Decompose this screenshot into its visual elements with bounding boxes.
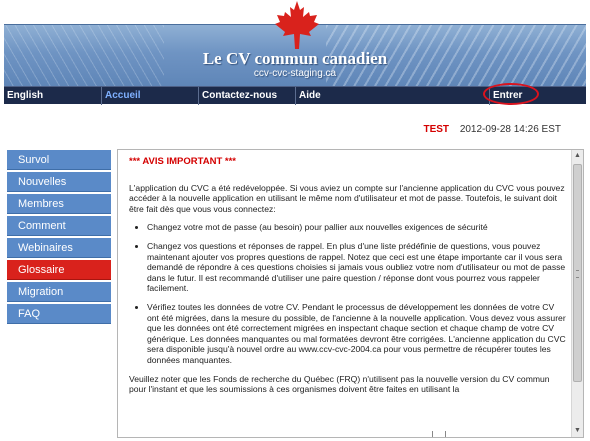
list-item: Vérifiez toutes les données de votre CV.… bbox=[147, 302, 566, 366]
nav-contactez-nous[interactable]: Contactez-nous bbox=[198, 87, 277, 105]
env-badge: TEST bbox=[423, 124, 450, 135]
sidebar-item-nouvelles[interactable]: Nouvelles bbox=[7, 172, 111, 192]
content-panel: *** AVIS IMPORTANT *** L'application du … bbox=[117, 149, 584, 438]
nav-aide[interactable]: Aide bbox=[295, 87, 321, 105]
sidebar: Survol Nouvelles Membres Comment Webinai… bbox=[7, 150, 111, 326]
status-line: TEST 2012-09-28 14:26 EST bbox=[423, 124, 561, 135]
site-title: Le CV commun canadien bbox=[202, 49, 388, 68]
scrollbar-thumb[interactable] bbox=[573, 164, 582, 382]
timestamp: 2012-09-28 14:26 EST bbox=[459, 124, 561, 135]
sidebar-item-migration[interactable]: Migration bbox=[7, 282, 111, 302]
list-item: Changez vos questions et réponses de rap… bbox=[147, 241, 566, 294]
header-banner: Le CV commun canadien ccv-cvc-staging.ca bbox=[4, 0, 586, 87]
sidebar-item-glossaire[interactable]: Glossaire bbox=[7, 260, 111, 280]
list-item: Changez votre mot de passe (au besoin) p… bbox=[147, 222, 566, 233]
content-text: *** AVIS IMPORTANT *** L'application du … bbox=[129, 156, 566, 403]
sidebar-item-webinaires[interactable]: Webinaires bbox=[7, 238, 111, 258]
sidebar-item-membres[interactable]: Membres bbox=[7, 194, 111, 214]
maple-leaf-icon bbox=[275, 1, 319, 49]
vertical-scrollbar[interactable]: ▲ ▼ bbox=[571, 150, 583, 437]
entrer-highlight-ring bbox=[483, 83, 539, 105]
notice-list: Changez votre mot de passe (au besoin) p… bbox=[147, 222, 566, 365]
sidebar-item-comment[interactable]: Comment bbox=[7, 216, 111, 236]
page: Le CV commun canadien ccv-cvc-staging.ca… bbox=[0, 0, 590, 441]
site-subtitle: ccv-cvc-staging.ca bbox=[253, 68, 337, 79]
scroll-down-icon[interactable]: ▼ bbox=[572, 425, 583, 437]
sidebar-item-faq[interactable]: FAQ bbox=[7, 304, 111, 324]
nav-accueil[interactable]: Accueil bbox=[101, 87, 141, 105]
nav-english[interactable]: English bbox=[4, 87, 43, 105]
notice-footer: Veuillez noter que les Fonds de recherch… bbox=[129, 373, 550, 395]
horizontal-scroll-grip[interactable] bbox=[432, 431, 446, 437]
notice-heading: *** AVIS IMPORTANT *** bbox=[129, 156, 236, 167]
scroll-up-icon[interactable]: ▲ bbox=[572, 150, 583, 162]
notice-intro: L'application du CVC a été redéveloppée.… bbox=[129, 182, 565, 214]
sidebar-item-survol[interactable]: Survol bbox=[7, 150, 111, 170]
